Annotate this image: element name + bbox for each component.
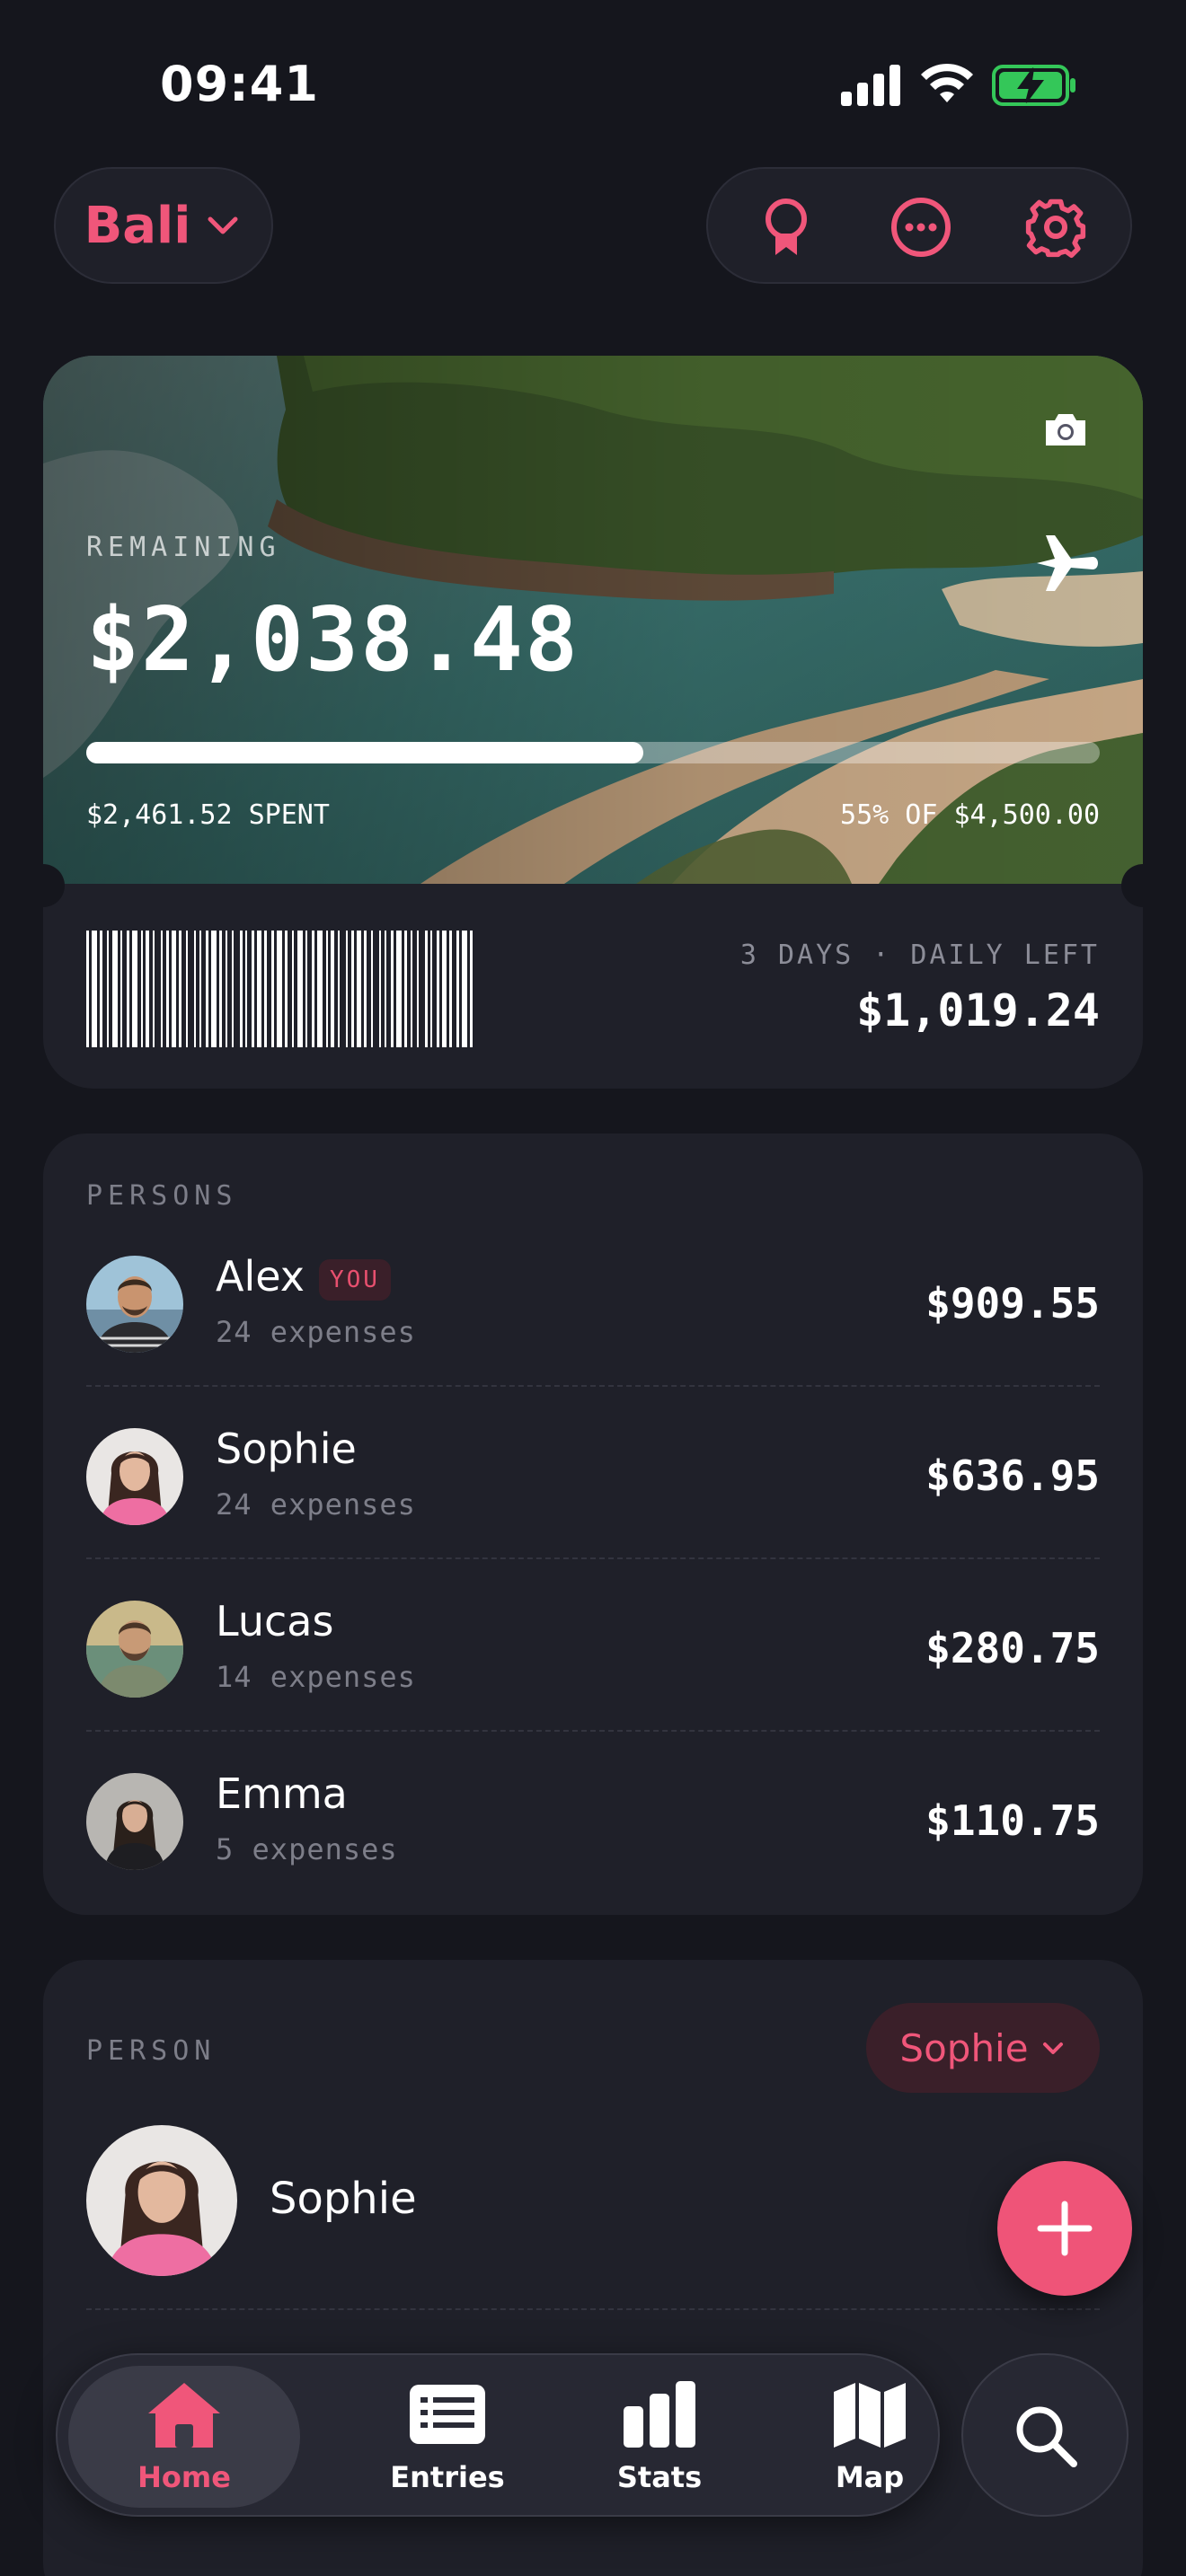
budget-percent: 55% OF $4,500.00 [840, 799, 1100, 831]
expense-count: 5 expenses [216, 1832, 398, 1866]
home-icon [148, 2383, 220, 2448]
status-bar: 09:41 [0, 0, 1186, 171]
nav-home[interactable]: Home [68, 2366, 300, 2508]
add-expense-button[interactable] [997, 2161, 1132, 2296]
person-row[interactable]: Alex YOU 24 expenses $909.55 [86, 1214, 1100, 1387]
battery-charging-icon [992, 65, 1075, 106]
persons-section-label: PERSONS [86, 1180, 238, 1212]
trip-name: Bali [84, 196, 191, 255]
selected-person-name: Sophie [270, 2174, 417, 2224]
person-name: Sophie [216, 1425, 357, 1473]
more-button[interactable] [881, 187, 961, 268]
person-name: Alex [216, 1252, 305, 1301]
avatar [86, 1773, 183, 1870]
nav-entries[interactable]: Entries [349, 2355, 546, 2519]
settings-icon [1025, 198, 1086, 259]
cellular-signal-icon [841, 65, 900, 106]
more-icon [891, 198, 951, 257]
persons-card: PERSONS Alex YOU 24 expenses $909.55 Sop… [43, 1134, 1143, 1915]
spent-amount: $2,461.52 SPENT [86, 799, 330, 831]
person-name: Lucas [216, 1597, 334, 1645]
barcode [86, 931, 473, 1047]
divider [86, 2308, 1100, 2310]
nav-stats[interactable]: Stats [561, 2355, 758, 2519]
status-time: 09:41 [160, 56, 319, 112]
search-button[interactable] [961, 2353, 1128, 2517]
avatar [86, 1256, 183, 1353]
person-row[interactable]: Sophie 24 expenses $636.95 [86, 1387, 1100, 1559]
nav-label: Map [835, 2460, 905, 2494]
person-selector[interactable]: Sophie [866, 2003, 1100, 2093]
settings-button[interactable] [1015, 187, 1096, 268]
header-actions [706, 167, 1132, 284]
nav-map[interactable]: Map [771, 2355, 969, 2519]
person-section-label: PERSON [86, 2035, 217, 2067]
list-icon [410, 2385, 485, 2444]
person-total: $280.75 [925, 1624, 1100, 1672]
bottom-nav: Home Entries Stats Map [56, 2353, 940, 2517]
plus-icon [1037, 2201, 1093, 2256]
person-total: $110.75 [925, 1796, 1100, 1845]
person-row[interactable]: Emma 5 expenses $110.75 [86, 1732, 1100, 1904]
trip-selector[interactable]: Bali [54, 167, 273, 284]
expense-count: 24 expenses [216, 1315, 416, 1349]
daily-left-label: 3 DAYS · DAILY LEFT [739, 940, 1100, 971]
avatar [86, 1601, 183, 1698]
person-total: $636.95 [925, 1451, 1100, 1500]
expense-count: 24 expenses [216, 1487, 416, 1522]
budget-progress-fill [86, 742, 644, 763]
map-icon [834, 2383, 906, 2448]
chevron-down-icon [208, 216, 238, 234]
airplane-icon [1037, 535, 1098, 591]
avatar [86, 1428, 183, 1525]
nav-label: Home [137, 2460, 231, 2494]
remaining-label: REMAINING [86, 532, 281, 563]
selected-person-avatar [86, 2125, 237, 2276]
person-name: Emma [216, 1769, 348, 1818]
expense-count: 14 expenses [216, 1660, 416, 1694]
person-selector-label: Sophie [899, 2025, 1029, 2070]
remaining-amount: $2,038.48 [86, 589, 580, 692]
daily-left-amount: $1,019.24 [856, 984, 1100, 1037]
camera-icon[interactable] [1042, 410, 1089, 449]
wifi-icon [921, 63, 973, 102]
budget-progress-track [86, 742, 1100, 763]
nav-label: Stats [616, 2460, 703, 2494]
budget-card[interactable]: REMAINING $2,038.48 $2,461.52 SPENT 55% … [43, 356, 1143, 1089]
person-row[interactable]: Lucas 14 expenses $280.75 [86, 1559, 1100, 1732]
bar-chart-icon [624, 2381, 695, 2448]
badge-icon [766, 198, 807, 255]
nav-label: Entries [390, 2460, 505, 2494]
person-total: $909.55 [925, 1279, 1100, 1328]
you-badge: YOU [319, 1259, 391, 1301]
search-icon [1016, 2406, 1077, 2467]
chevron-down-icon [1042, 2042, 1063, 2054]
achievements-button[interactable] [746, 187, 827, 268]
